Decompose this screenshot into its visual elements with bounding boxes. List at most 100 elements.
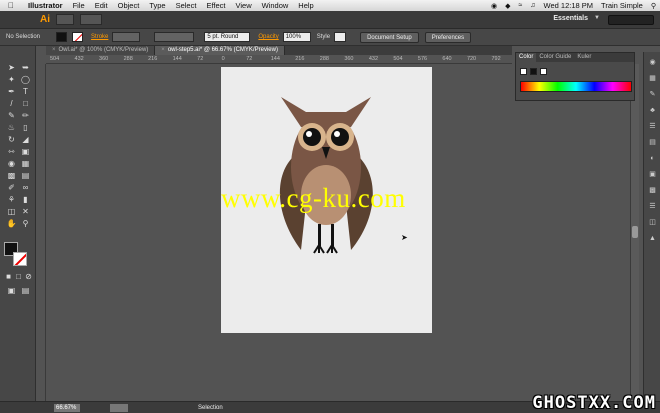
ruler-tick-label: 144: [172, 56, 182, 62]
mesh-tool-icon[interactable]: ▩: [6, 171, 17, 181]
width-tool-icon[interactable]: ⇿: [6, 147, 17, 157]
opacity-link[interactable]: Opacity: [258, 34, 278, 40]
layers-panel-icon[interactable]: ☰: [648, 202, 657, 211]
selection-tool-icon[interactable]: ➤: [6, 63, 17, 73]
magic-wand-icon[interactable]: ✦: [6, 75, 17, 85]
screen-mode-icon[interactable]: ▤: [20, 286, 31, 296]
menu-effect[interactable]: Effect: [206, 1, 225, 10]
stroke-link[interactable]: Stroke: [91, 34, 108, 40]
slice-tool-icon[interactable]: ✕: [20, 207, 31, 217]
menu-edit[interactable]: Edit: [95, 1, 108, 10]
stroke-swatch[interactable]: [72, 32, 84, 42]
gradient-tool-icon[interactable]: ▤: [20, 171, 31, 181]
stroke-panel-icon[interactable]: ☰: [648, 122, 657, 131]
transparency-panel-icon[interactable]: ◐: [648, 154, 657, 163]
brush-definition[interactable]: 5 pt. Round: [204, 32, 251, 42]
arrange-documents-button[interactable]: [80, 14, 102, 25]
menu-type[interactable]: Type: [149, 1, 165, 10]
owl-left-pupil: [303, 128, 321, 146]
stroke-weight-field[interactable]: [112, 32, 141, 42]
column-graph-icon[interactable]: ▮: [20, 195, 31, 205]
swatches-panel-icon[interactable]: ▦: [648, 74, 657, 83]
graphic-style-swatch[interactable]: [334, 32, 347, 42]
spotlight-icon[interactable]: ⚲: [651, 2, 656, 10]
menu-user[interactable]: Train Simple: [601, 1, 643, 10]
menu-clock[interactable]: Wed 12:18 PM: [544, 1, 593, 10]
pen-tool-icon[interactable]: ✒: [6, 87, 17, 97]
volume-icon[interactable]: ♫: [530, 2, 535, 9]
tab-owl[interactable]: × Owl.ai* @ 100% (CMYK/Preview): [46, 46, 156, 55]
layers-stack-icon[interactable]: ▲: [648, 234, 657, 243]
zoom-level-field[interactable]: 66.67%: [54, 404, 80, 412]
wifi-icon[interactable]: ≈: [518, 2, 522, 9]
tab-color[interactable]: Color: [516, 53, 537, 62]
rectangle-tool-icon[interactable]: □: [20, 99, 31, 109]
status-text[interactable]: Selection: [198, 404, 223, 412]
close-icon[interactable]: ×: [52, 47, 56, 53]
symbol-sprayer-icon[interactable]: ⚘: [6, 195, 17, 205]
rotate-tool-icon[interactable]: ↻: [6, 135, 17, 145]
horizontal-ruler[interactable]: 504 432 360 288 216 144 72 0 72 144 216 288 360 432 50…: [46, 55, 512, 64]
help-search-input[interactable]: [608, 15, 654, 25]
scrollbar-thumb[interactable]: [632, 226, 638, 238]
eyedropper-icon[interactable]: ✐: [6, 183, 17, 193]
menu-file[interactable]: File: [73, 1, 85, 10]
fill-swatch[interactable]: [56, 32, 68, 42]
eraser-icon[interactable]: ▯: [20, 123, 31, 133]
creative-cloud-icon[interactable]: ◉: [491, 2, 497, 10]
blend-tool-icon[interactable]: ∞: [20, 183, 31, 193]
menu-app-name[interactable]: Illustrator: [28, 1, 63, 10]
menu-object[interactable]: Object: [118, 1, 140, 10]
bridge-button[interactable]: [56, 14, 74, 25]
menu-help[interactable]: Help: [298, 1, 313, 10]
draw-mode-icon[interactable]: ▣: [6, 286, 17, 296]
type-tool-icon[interactable]: T: [20, 87, 31, 97]
document-setup-button[interactable]: Document Setup: [360, 31, 419, 43]
artboards-panel-icon[interactable]: ◫: [648, 218, 657, 227]
tab-color-guide[interactable]: Color Guide: [536, 53, 574, 62]
none-swatch[interactable]: [520, 68, 527, 75]
direct-selection-tool-icon[interactable]: ➥: [20, 63, 31, 73]
canvas-area[interactable]: [46, 64, 512, 401]
color-spectrum[interactable]: [520, 81, 632, 92]
vertical-ruler[interactable]: [36, 64, 46, 401]
apple-icon[interactable]: : [8, 1, 18, 10]
lasso-icon[interactable]: ◯: [20, 75, 31, 85]
menu-select[interactable]: Select: [176, 1, 197, 10]
line-tool-icon[interactable]: /: [6, 99, 17, 109]
chevron-down-icon[interactable]: ▼: [594, 15, 600, 21]
close-icon[interactable]: ×: [161, 47, 165, 53]
stroke-color-box[interactable]: [13, 252, 27, 266]
symbols-panel-icon[interactable]: ♣: [648, 106, 657, 115]
preferences-button[interactable]: Preferences: [424, 31, 472, 43]
shape-builder-icon[interactable]: ◉: [6, 159, 17, 169]
opacity-field[interactable]: 100%: [282, 32, 311, 42]
color-panel-icon[interactable]: ◉: [648, 58, 657, 67]
appearance-panel-icon[interactable]: ▣: [648, 170, 657, 179]
graphic-styles-panel-icon[interactable]: ▩: [648, 186, 657, 195]
zoom-tool-icon[interactable]: ⚲: [20, 219, 31, 229]
dropbox-icon[interactable]: ◆: [505, 2, 510, 10]
pencil-icon[interactable]: ✏: [20, 111, 31, 121]
tab-kuler[interactable]: Kuler: [574, 53, 594, 62]
hand-tool-icon[interactable]: ✋: [6, 219, 17, 229]
perspective-grid-icon[interactable]: ▦: [20, 159, 31, 169]
white-swatch[interactable]: [540, 68, 547, 75]
artboard-navigation-field[interactable]: [110, 404, 128, 412]
workspace-switcher[interactable]: Essentials: [553, 15, 588, 22]
vertical-scrollbar[interactable]: [630, 64, 639, 401]
artboard-tool-icon[interactable]: ◫: [6, 207, 17, 217]
paintbrush-icon[interactable]: ✎: [6, 111, 17, 121]
tab-owl-step5[interactable]: × owl-step5.ai* @ 66.67% (CMYK/Preview): [155, 46, 285, 55]
menu-view[interactable]: View: [235, 1, 251, 10]
variable-width-profile[interactable]: [154, 32, 195, 42]
gradient-panel-icon[interactable]: ▤: [648, 138, 657, 147]
brushes-panel-icon[interactable]: ✎: [648, 90, 657, 99]
menu-window[interactable]: Window: [262, 1, 289, 10]
blob-brush-icon[interactable]: ♨: [6, 123, 17, 133]
black-swatch[interactable]: [530, 68, 537, 75]
free-transform-icon[interactable]: ▣: [20, 147, 31, 157]
application-bar: Ai Essentials ▼: [0, 11, 660, 29]
none-mode-icon[interactable]: ⊘: [23, 272, 34, 282]
scale-tool-icon[interactable]: ◢: [20, 135, 31, 145]
